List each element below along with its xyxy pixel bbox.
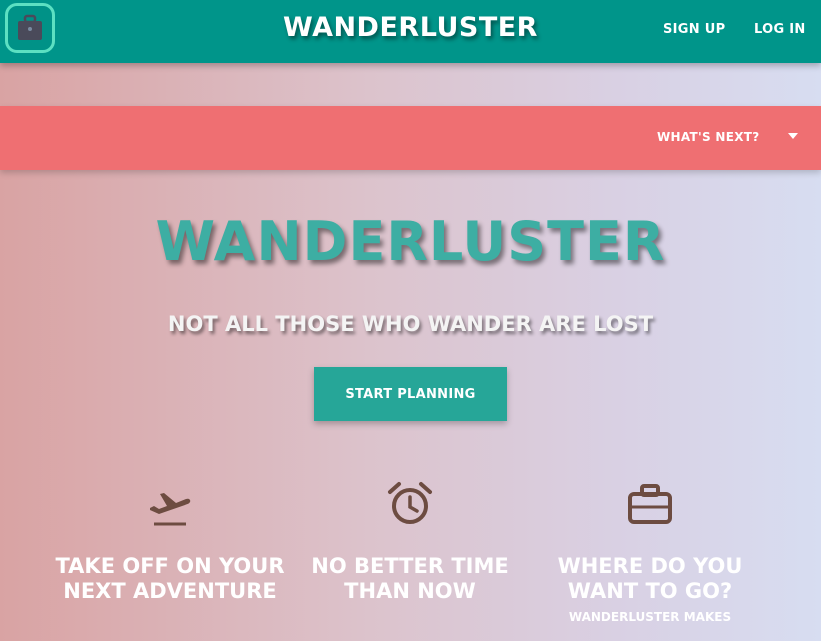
alarm-clock-icon xyxy=(388,482,432,524)
top-navbar: WANDERLUSTER SIGN UP LOG IN xyxy=(0,0,821,63)
feature-title: WHERE DO YOU WANT TO GO? xyxy=(557,554,743,603)
signup-link[interactable]: SIGN UP xyxy=(663,22,725,37)
feature-card: WHERE DO YOU WANT TO GO? WANDERLUSTER MA… xyxy=(535,480,765,624)
feature-description: WANDERLUSTER MAKES xyxy=(568,610,732,624)
feature-card: TAKE OFF ON YOUR NEXT ADVENTURE xyxy=(55,480,285,604)
feature-title: NO BETTER TIME THAN NOW xyxy=(311,554,509,603)
whats-next-dropdown[interactable]: WHAT'S NEXT? xyxy=(657,130,760,144)
secondary-bar: WHAT'S NEXT? xyxy=(0,106,821,170)
flight-takeoff-icon xyxy=(150,493,191,526)
hero-title: WANDERLUSTER xyxy=(155,210,666,273)
hero-tagline: NOT ALL THOSE WHO WANDER ARE LOST xyxy=(167,312,654,336)
start-planning-button[interactable]: START PLANNING xyxy=(314,367,507,421)
feature-card: NO BETTER TIME THAN NOW xyxy=(295,480,525,604)
caret-down-icon[interactable] xyxy=(788,133,798,139)
login-link[interactable]: LOG IN xyxy=(754,22,806,37)
briefcase-icon xyxy=(628,484,672,524)
feature-title: TAKE OFF ON YOUR NEXT ADVENTURE xyxy=(55,554,285,603)
